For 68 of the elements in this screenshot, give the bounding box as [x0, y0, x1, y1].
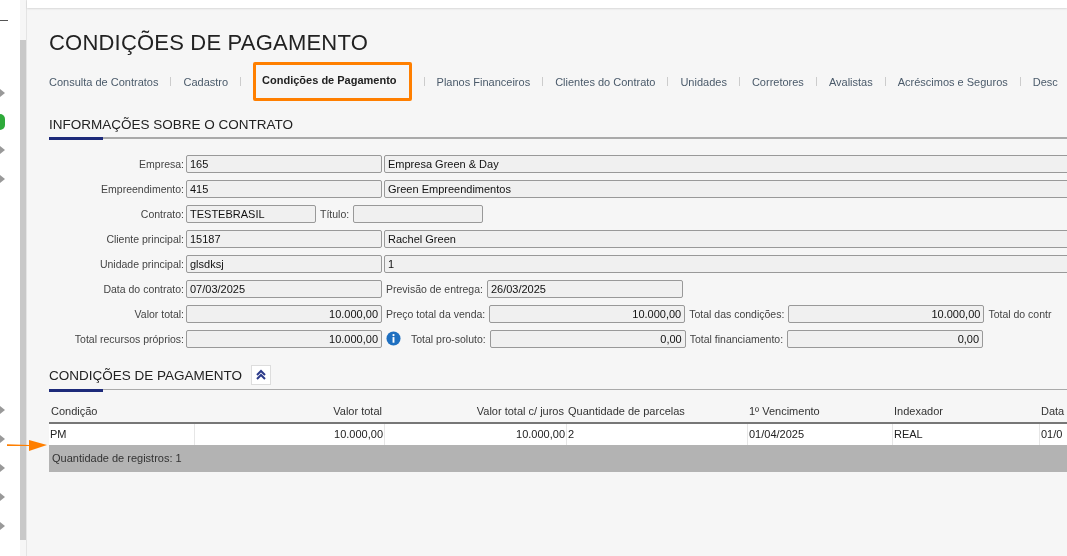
column-header[interactable]: Condição — [49, 400, 194, 422]
input-field[interactable]: 10.000,00 — [186, 304, 382, 323]
pointer-arrow-icon — [7, 437, 47, 453]
input-field[interactable]: 10.000,00 — [186, 329, 382, 348]
input-field[interactable]: Empresa Green & Day — [384, 154, 1067, 173]
field-label: Total pro-soluto: — [410, 332, 487, 345]
field-label: Previsão de entrega: — [385, 282, 484, 295]
input-field[interactable]: 1 — [384, 254, 1067, 273]
field-label: Unidade principal: — [98, 257, 184, 270]
minimize-icon[interactable] — [0, 19, 8, 21]
field-label: Total recursos próprios: — [73, 332, 184, 345]
collapse-button[interactable] — [251, 365, 272, 385]
column-header[interactable]: Indexador — [892, 400, 1039, 422]
tab[interactable]: Cadastro — [183, 63, 229, 100]
section-title: CONDIÇÕES DE PAGAMENTO — [49, 367, 243, 383]
input-field[interactable]: 165 — [186, 154, 382, 173]
field-label: Valor total: — [133, 307, 184, 320]
chevron-icon[interactable] — [0, 493, 5, 501]
input-field[interactable]: glsdksj — [186, 254, 382, 273]
info-icon[interactable] — [386, 331, 401, 346]
scrollbar[interactable] — [20, 40, 26, 540]
column-header[interactable]: Valor total c/ juros — [384, 400, 566, 422]
chevron-icon[interactable] — [0, 522, 5, 530]
page-title: CONDIÇÕES DE PAGAMENTO — [49, 30, 369, 56]
column-header[interactable]: Quantidade de parcelas — [566, 400, 747, 422]
input-field[interactable]: 07/03/2025 — [186, 279, 382, 298]
input-field[interactable]: 0,00 — [489, 329, 686, 348]
chevron-icon[interactable] — [0, 89, 5, 97]
tab[interactable]: Unidades — [680, 63, 727, 100]
chevron-icon[interactable] — [0, 464, 5, 472]
input-field[interactable]: 10.000,00 — [489, 304, 686, 323]
table-cell-text: PM — [49, 427, 68, 442]
tab[interactable]: Consulta de Contratos — [49, 63, 159, 100]
input-field[interactable]: Rachel Green — [384, 229, 1067, 248]
tab[interactable]: Corretores — [751, 63, 804, 100]
field-label: Empreendimento: — [100, 182, 184, 195]
column-header[interactable]: 1º Vencimento — [747, 400, 892, 422]
chevron-icon[interactable] — [0, 146, 5, 154]
field-label: Total financiamento: — [688, 332, 785, 345]
field-label: Cliente principal: — [105, 232, 184, 245]
tab[interactable]: Clientes do Contrato — [555, 63, 656, 100]
input-field[interactable]: TESTEBRASIL — [186, 204, 316, 223]
tab[interactable]: Acréscimos e Seguros — [897, 63, 1008, 100]
input-field[interactable]: 0,00 — [787, 329, 984, 348]
input-field[interactable]: 10.000,00 — [788, 304, 985, 323]
section-title: INFORMAÇÕES SOBRE O CONTRATO — [49, 117, 294, 132]
field-label: Empresa: — [138, 157, 184, 170]
column-header[interactable]: Valor total — [194, 400, 384, 422]
field-label: Total das condições: — [688, 307, 786, 320]
chevron-icon[interactable] — [0, 406, 5, 414]
column-header[interactable]: Data — [1039, 400, 1067, 422]
field-label: Contrato: — [139, 207, 184, 220]
input-field[interactable]: 415 — [186, 179, 382, 198]
tab[interactable]: Avalistas — [828, 63, 873, 100]
record-count: Quantidade de registros: 1 — [49, 445, 1067, 472]
input-field[interactable]: 15187 — [186, 229, 382, 248]
input-field[interactable] — [353, 204, 484, 223]
field-label: Preço total da venda: — [385, 307, 487, 320]
input-field[interactable]: 26/03/2025 — [486, 279, 683, 298]
input-field[interactable]: Green Empreendimentos — [384, 179, 1067, 198]
double-chevron-icon — [255, 369, 268, 381]
tab[interactable]: Desc — [1032, 63, 1058, 100]
chevron-icon[interactable] — [0, 175, 5, 183]
field-label: Título: — [319, 207, 351, 220]
field-label: Data do contrato: — [102, 282, 184, 295]
tab[interactable]: Condições de Pagamento — [253, 62, 412, 101]
tab[interactable]: Planos Financeiros — [436, 63, 531, 100]
field-label: Total do contr — [987, 307, 1053, 320]
